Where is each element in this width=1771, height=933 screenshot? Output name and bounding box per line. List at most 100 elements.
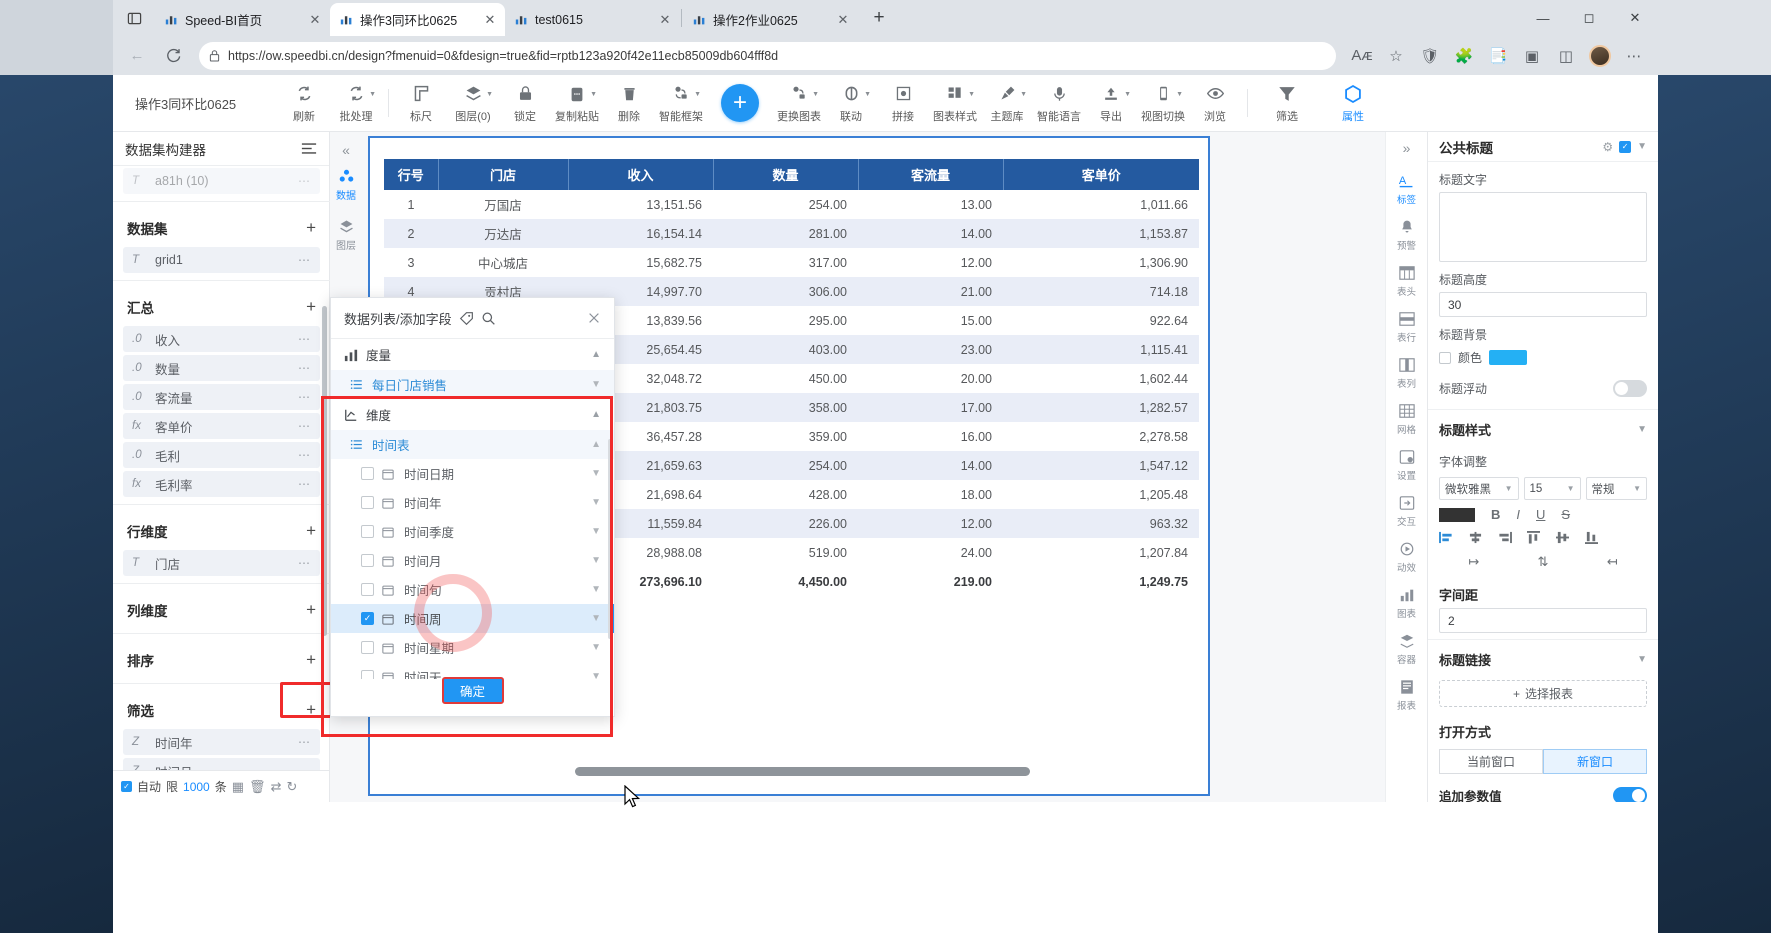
more-options-icon[interactable]: ⋯ <box>298 735 311 749</box>
toolbar-filter-button[interactable]: 筛选 <box>1254 76 1320 131</box>
font-family-select[interactable]: 微软雅黑 ▼ <box>1439 477 1519 500</box>
list-item[interactable]: T a81h (10) ⋯ <box>123 168 320 194</box>
extensions-icon[interactable]: 🧩 <box>1448 41 1480 71</box>
checkbox[interactable] <box>361 670 374 679</box>
chevron-down-icon[interactable]: ▼ <box>968 91 975 98</box>
list-item[interactable]: .0 收入 ⋯ <box>123 326 320 352</box>
browser-maximize-button[interactable]: ◻ <box>1566 0 1612 36</box>
chevron-down-icon[interactable]: ▼ <box>1637 141 1647 152</box>
browser-minimize-button[interactable]: — <box>1520 0 1566 36</box>
add-summary-button[interactable]: + <box>306 297 316 317</box>
field-option-time-tenday[interactable]: 时间旬 ▼ <box>331 575 614 604</box>
chevron-down-icon[interactable]: ▼ <box>1637 654 1647 665</box>
list-settings-icon[interactable] <box>301 142 317 155</box>
chevron-down-icon[interactable]: ▼ <box>486 91 493 98</box>
expand-pan-icon[interactable]: » <box>1403 140 1411 156</box>
browser-tab-2[interactable]: test0615 ✕ <box>505 3 680 36</box>
field-option-time-date[interactable]: 时间日期 ▼ <box>331 459 614 488</box>
tab-search-icon[interactable] <box>113 0 155 36</box>
checkbox-checked[interactable]: ✓ <box>361 612 374 625</box>
align-right-icon[interactable] <box>1497 531 1512 544</box>
list-item[interactable]: T 门店 ⋯ <box>123 550 320 576</box>
chevron-down-icon[interactable]: ▼ <box>864 91 871 98</box>
rail-item-animation[interactable]: 动效 <box>1386 539 1428 574</box>
toolbar-ruler-button[interactable]: 标尺 <box>395 76 447 131</box>
chevron-down-icon[interactable]: ▼ <box>591 671 601 679</box>
add-col-dimension-button[interactable]: + <box>306 600 316 620</box>
align-center-icon[interactable] <box>1468 531 1483 544</box>
underline-button[interactable]: U <box>1536 507 1545 522</box>
toolbar-copypaste-button[interactable]: ▼ 复制粘贴 <box>551 76 603 131</box>
checkbox[interactable] <box>361 583 374 596</box>
letter-spacing-input[interactable]: 2 <box>1439 608 1647 633</box>
address-bar[interactable]: https://ow.speedbi.cn/design?fmenuid=0&f… <box>199 42 1336 70</box>
avatar[interactable] <box>1584 41 1616 71</box>
more-options-icon[interactable]: ⋯ <box>298 332 311 346</box>
toolbar-preview-button[interactable]: 浏览 <box>1189 76 1241 131</box>
bold-button[interactable]: B <box>1491 507 1500 522</box>
title-text-input[interactable] <box>1439 192 1647 262</box>
gear-icon[interactable]: ⚙ <box>1602 140 1613 154</box>
field-table-daily-store-sales[interactable]: 每日门店销售 ▼ <box>331 370 614 399</box>
browser-essentials-icon[interactable]: ▣ <box>1516 41 1548 71</box>
chevron-double-left-icon[interactable]: « <box>334 138 358 162</box>
align-middle-icon[interactable] <box>1555 531 1570 544</box>
indent-end-icon[interactable]: ↤ <box>1607 554 1618 570</box>
browser-close-button[interactable]: ✕ <box>1612 0 1658 36</box>
open-mode-current-window[interactable]: 当前窗口 <box>1439 749 1543 774</box>
close-icon[interactable]: ✕ <box>481 11 499 29</box>
rail-item-grid[interactable]: 网格 <box>1386 401 1428 436</box>
toolbar-batch-button[interactable]: ▼ 批处理 <box>330 76 382 131</box>
field-table-time[interactable]: 时间表 ▲ <box>331 430 614 459</box>
chevron-down-icon[interactable]: ▼ <box>591 379 601 390</box>
chevron-down-icon[interactable]: ▼ <box>591 497 601 508</box>
chevron-down-icon[interactable]: ▼ <box>591 555 601 566</box>
col-header-quantity[interactable]: 数量 <box>713 159 858 190</box>
add-dataset-button[interactable]: + <box>306 218 316 238</box>
rail-item-container[interactable]: 容器 <box>1386 631 1428 666</box>
toolbar-link-button[interactable]: ▼ 联动 <box>825 76 877 131</box>
chevron-down-icon[interactable]: ▼ <box>1124 91 1131 98</box>
chevron-down-icon[interactable]: ▼ <box>694 91 701 98</box>
font-size-select[interactable]: 15 ▼ <box>1524 477 1581 500</box>
align-left-icon[interactable] <box>1439 531 1454 544</box>
field-option-time-year[interactable]: 时间年 ▼ <box>331 488 614 517</box>
more-options-icon[interactable]: ⋯ <box>298 253 311 267</box>
panel-scrollbar[interactable] <box>322 176 327 736</box>
more-options-icon[interactable]: ⋯ <box>1618 41 1650 71</box>
chevron-down-icon[interactable]: ▼ <box>591 642 601 653</box>
col-header-store[interactable]: 门店 <box>438 159 568 190</box>
toolbar-chartstyle-button[interactable]: ▼ 图表样式 <box>929 76 981 131</box>
close-icon[interactable]: ✕ <box>834 11 852 29</box>
more-options-icon[interactable]: ⋯ <box>298 361 311 375</box>
align-bottom-icon[interactable] <box>1584 531 1599 544</box>
toolbar-swapchart-button[interactable]: ▼ 更换图表 <box>773 76 825 131</box>
rail-item-label[interactable]: A 标签 <box>1386 171 1428 206</box>
chevron-down-icon[interactable]: ▼ <box>591 468 601 479</box>
list-item[interactable]: .0 客流量 ⋯ <box>123 384 320 410</box>
field-picker-popup[interactable]: 数据列表/添加字段 度量 ▲ <box>330 297 615 717</box>
shield-icon[interactable]: 🛡 <box>1414 41 1446 71</box>
chevron-up-icon[interactable]: ▲ <box>591 409 601 420</box>
list-item[interactable]: .0 数量 ⋯ <box>123 355 320 381</box>
canvas-rail-layer[interactable]: 图层 <box>336 218 356 252</box>
checkbox-icon[interactable]: ✓ <box>1619 141 1631 153</box>
chevron-down-icon[interactable]: ▼ <box>591 526 601 537</box>
field-group-dimension[interactable]: 维度 ▲ <box>331 399 614 430</box>
close-icon[interactable]: ✕ <box>306 11 324 29</box>
toolbar-theme-button[interactable]: ▼ 主题库 <box>981 76 1033 131</box>
open-mode-new-window[interactable]: 新窗口 <box>1543 749 1647 774</box>
font-color-swatch[interactable] <box>1439 508 1475 522</box>
tag-icon[interactable] <box>459 311 474 326</box>
rail-item-interaction[interactable]: 交互 <box>1386 493 1428 528</box>
chevron-down-icon[interactable]: ▼ <box>591 584 601 595</box>
rail-item-report[interactable]: 报表 <box>1386 677 1428 712</box>
more-options-icon[interactable]: ⋯ <box>298 174 311 188</box>
list-item[interactable]: .0 毛利 ⋯ <box>123 442 320 468</box>
col-header-rownum[interactable]: 行号 <box>384 159 438 190</box>
read-aloud-icon[interactable]: Aᴁ <box>1346 41 1378 71</box>
field-option-time-weekday[interactable]: 时间星期 ▼ <box>331 633 614 662</box>
more-options-icon[interactable]: ⋯ <box>298 419 311 433</box>
chevron-up-icon[interactable]: ▲ <box>591 439 601 450</box>
toolbar-viewswitch-button[interactable]: ▼ 视图切换 <box>1137 76 1189 131</box>
